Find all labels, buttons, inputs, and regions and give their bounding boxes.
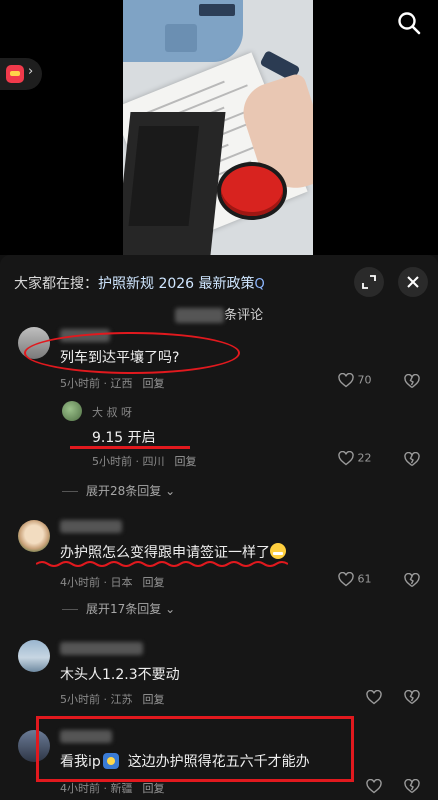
reply-username[interactable]: 大 叔 呀: [92, 404, 132, 420]
reply-time: 5小时前 · 四川: [92, 455, 165, 468]
expand-replies-label: 展开28条回复: [86, 484, 162, 498]
like-count: 22: [357, 451, 372, 465]
comment-meta: 4小时前 · 新疆 回复: [60, 780, 165, 796]
red-ellipse-annotation: [24, 332, 240, 374]
ip-badge-icon: [102, 753, 119, 769]
search-symbol: Q: [254, 277, 265, 292]
like-icon[interactable]: [366, 689, 382, 709]
comment-time: 5小时前 · 江苏: [60, 693, 133, 706]
comment-meta: 5小时前 · 江苏 回复: [60, 691, 165, 707]
comment-meta: 4小时前 · 日本 回复: [60, 574, 165, 590]
reply-button[interactable]: 回复: [143, 576, 165, 589]
close-icon[interactable]: [398, 267, 428, 297]
like-icon[interactable]: [366, 778, 382, 798]
avatar[interactable]: [18, 640, 50, 672]
like-count: 61: [357, 572, 372, 586]
broken-heart-icon[interactable]: [404, 451, 420, 471]
expand-replies[interactable]: 展开28条回复 ⌄: [62, 482, 175, 499]
chevron-right-icon: ›: [28, 64, 34, 79]
expand-replies[interactable]: 展开17条回复 ⌄: [62, 600, 175, 617]
comment-count-label: 条评论: [224, 308, 264, 323]
laptop-image: [123, 112, 226, 255]
reply-button[interactable]: 回复: [143, 377, 165, 390]
red-rectangle-annotation: [36, 716, 354, 782]
like-button[interactable]: 22: [338, 450, 372, 466]
blurred-count: ■■■■: [174, 308, 225, 323]
red-wavy-annotation: [36, 561, 288, 567]
comment-panel: 大家都在搜：护照新规 2026 最新政策Q ■■■■条评论 ■■■ 列车到达平壤…: [0, 255, 438, 800]
like-count: 70: [357, 373, 372, 387]
comment-time: 4小时前 · 新疆: [60, 782, 133, 795]
hot-search-prefix: 大家都在搜：: [14, 276, 98, 292]
video-frame[interactable]: [123, 0, 313, 255]
police-uniform-image: [123, 0, 243, 62]
stamp-pad-image: [221, 166, 283, 216]
comment-text-body: 办护照怎么变得跟申请签证一样了: [60, 545, 270, 561]
like-button[interactable]: 61: [338, 571, 372, 587]
broken-heart-icon[interactable]: [404, 373, 420, 393]
reply-text: 9.15 开启: [92, 430, 156, 446]
app-icon: [6, 65, 24, 83]
broken-heart-icon[interactable]: [404, 689, 420, 709]
reply-button[interactable]: 回复: [175, 455, 197, 468]
expand-replies-label: 展开17条回复: [86, 602, 162, 616]
video-player[interactable]: ›: [0, 0, 438, 255]
like-button[interactable]: 70: [338, 372, 372, 388]
hot-search-keyword[interactable]: 护照新规 2026 最新政策: [98, 276, 255, 292]
comment-text: 办护照怎么变得跟申请签证一样了: [60, 542, 286, 562]
broken-heart-icon[interactable]: [404, 778, 420, 798]
chevron-down-icon: ⌄: [165, 602, 176, 616]
username-blurred[interactable]: ■■■■■■: [60, 520, 123, 533]
reply-button[interactable]: 回复: [143, 693, 165, 706]
username-blurred[interactable]: ■■■■■■■■: [60, 642, 144, 655]
reply-meta: 5小时前 · 四川 回复: [92, 453, 197, 469]
comment-time: 4小时前 · 日本: [60, 576, 133, 589]
search-icon[interactable]: [396, 10, 422, 36]
comment-text: 看我ip 这边办护照得花五六千才能办: [60, 751, 310, 771]
comment-text: 木头人1.2.3不要动: [60, 667, 180, 683]
red-underline-annotation: [70, 446, 190, 449]
comment-text-before: 看我ip: [60, 754, 101, 770]
comment-text-after: 这边办护照得花五六千才能办: [127, 754, 310, 770]
reply-button[interactable]: 回复: [143, 782, 165, 795]
comment-meta: 5小时前 · 辽西 回复: [60, 375, 165, 391]
chevron-down-icon: ⌄: [165, 484, 176, 498]
emoji-icon: [270, 543, 286, 559]
hot-search-bar[interactable]: 大家都在搜：护照新规 2026 最新政策Q: [14, 273, 265, 293]
broken-heart-icon[interactable]: [404, 572, 420, 592]
expand-icon[interactable]: [354, 267, 384, 297]
mini-app-tab[interactable]: ›: [0, 58, 42, 90]
reply-avatar[interactable]: [62, 401, 82, 421]
comment-time: 5小时前 · 辽西: [60, 377, 133, 390]
comment-count: ■■■■条评论: [0, 304, 438, 323]
avatar[interactable]: [18, 520, 50, 552]
